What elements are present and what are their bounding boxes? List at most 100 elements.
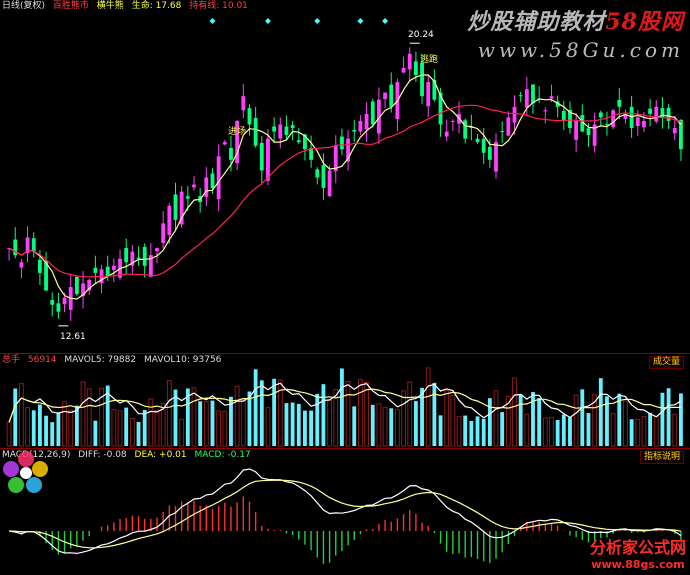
candle-body <box>543 110 548 112</box>
period-label[interactable]: 日线(复权) <box>2 1 45 11</box>
volume-bar <box>456 416 462 447</box>
volume-bar <box>641 416 647 447</box>
mavol10-value: MAVOL10: 93756 <box>143 355 222 365</box>
volume-bar <box>18 383 24 447</box>
candle-body <box>290 125 295 128</box>
candle-body <box>56 303 61 312</box>
volume-bar <box>512 377 517 447</box>
volume-bar <box>198 401 203 446</box>
volume-bar <box>272 378 277 446</box>
volume-chart[interactable] <box>0 354 690 448</box>
volume-tag[interactable]: 成交量 <box>648 356 684 369</box>
candle-body <box>50 300 55 305</box>
candle-body <box>444 131 449 137</box>
candle-body <box>31 238 36 252</box>
candle-body <box>370 101 375 125</box>
volume-bar <box>290 402 295 446</box>
candle-body <box>407 53 412 70</box>
volume-bar <box>340 368 344 446</box>
volume-bar <box>573 394 579 447</box>
volume-bar <box>148 398 154 447</box>
diff-line <box>9 468 682 555</box>
watermark-bottom-url: www.88gs.com <box>591 558 685 571</box>
candle-body <box>241 96 246 111</box>
candle-body <box>506 117 511 136</box>
volume-bar <box>265 407 271 447</box>
candle-body <box>229 148 233 160</box>
candle-body <box>642 120 646 128</box>
watermark-top: 炒股辅助教材58股网 www.58Gu.com <box>467 4 684 62</box>
candle-body <box>167 205 172 235</box>
candle-body <box>524 89 529 108</box>
high-price-label: 20.24 <box>408 30 434 40</box>
volume-bar <box>13 388 18 446</box>
candle-body <box>204 177 209 197</box>
trend-status: 横牛熊 <box>96 1 124 11</box>
volume-bar <box>253 369 258 446</box>
candle-body <box>327 170 332 197</box>
candle-body <box>352 129 357 132</box>
candle-body <box>413 61 418 75</box>
volume-bar <box>124 407 129 446</box>
volume-bar <box>142 409 147 446</box>
candle-body <box>161 223 166 243</box>
macd-chart[interactable] <box>0 449 690 575</box>
mavol5-line <box>8 382 682 423</box>
ma-slow-line <box>8 104 682 278</box>
volume-bar <box>216 410 222 447</box>
volume-bar <box>382 406 388 447</box>
volume-bar <box>93 420 98 446</box>
volume-bar <box>376 403 382 447</box>
volume-pane[interactable]: 总手 56914 MAVOL5: 79882 MAVOL10: 93756 成交… <box>0 353 690 448</box>
buy-signal-label: 进场 <box>228 127 247 137</box>
volume-bar <box>475 416 480 446</box>
candle-body <box>617 99 622 107</box>
volume-bar <box>117 410 123 447</box>
volume-bar <box>179 418 185 447</box>
candle-body <box>512 106 517 123</box>
volume-bar <box>6 421 12 447</box>
volume-bar <box>352 406 357 446</box>
candle-body <box>611 110 616 128</box>
volume-bar <box>672 413 678 447</box>
volume-bar <box>247 391 252 446</box>
candle-body <box>561 110 566 121</box>
volume-bar <box>610 412 616 447</box>
volume-bar <box>309 410 314 446</box>
sell-line-value: 持有线: 10.01 <box>189 1 248 11</box>
volume-bar <box>259 380 264 446</box>
volume-bar <box>315 393 320 446</box>
candle-body <box>296 140 301 143</box>
watermark-url: www.58Gu.com <box>477 38 684 62</box>
candle-body <box>481 138 486 153</box>
candle-body <box>605 123 609 125</box>
watermark-bottom-title: 分析家公式网 <box>589 538 686 557</box>
volume-bar <box>531 392 535 446</box>
volume-bar <box>432 382 437 446</box>
volume-bar <box>586 413 591 446</box>
indicator-help-button[interactable]: 指标说明 <box>639 451 684 464</box>
watermark-title: 炒股辅助教材 <box>467 9 606 35</box>
macd-pane[interactable]: MACD(12,26,9) DIFF: -0.08 DEA: +0.01 MAC… <box>0 448 690 575</box>
volume-bar <box>401 390 406 447</box>
volume-bar <box>222 410 228 447</box>
volume-bar <box>68 409 74 447</box>
volume-bar <box>568 417 572 446</box>
candle-body <box>210 173 215 189</box>
volume-bar <box>425 367 431 447</box>
volume-bar <box>154 409 160 447</box>
volume-bar <box>542 417 548 447</box>
volume-bar <box>345 380 351 447</box>
volume-bar <box>648 412 653 446</box>
candle-body <box>531 84 535 104</box>
volume-bar <box>25 407 30 447</box>
volume-bar <box>80 381 86 447</box>
volume-bar <box>518 394 523 446</box>
volume-bar <box>500 412 505 446</box>
price-header: 日线(复权) 百胜熊市 横牛熊 生命: 17.68 持有线: 10.01 <box>2 1 253 12</box>
indicator-name[interactable]: 百胜熊市 <box>53 1 89 11</box>
candle-body <box>389 84 394 107</box>
low-price-label: 12.61 <box>60 332 86 342</box>
price-chart-pane[interactable]: 日线(复权) 百胜熊市 横牛熊 生命: 17.68 持有线: 10.01 炒股辅… <box>0 0 690 352</box>
candle-body <box>321 165 326 189</box>
